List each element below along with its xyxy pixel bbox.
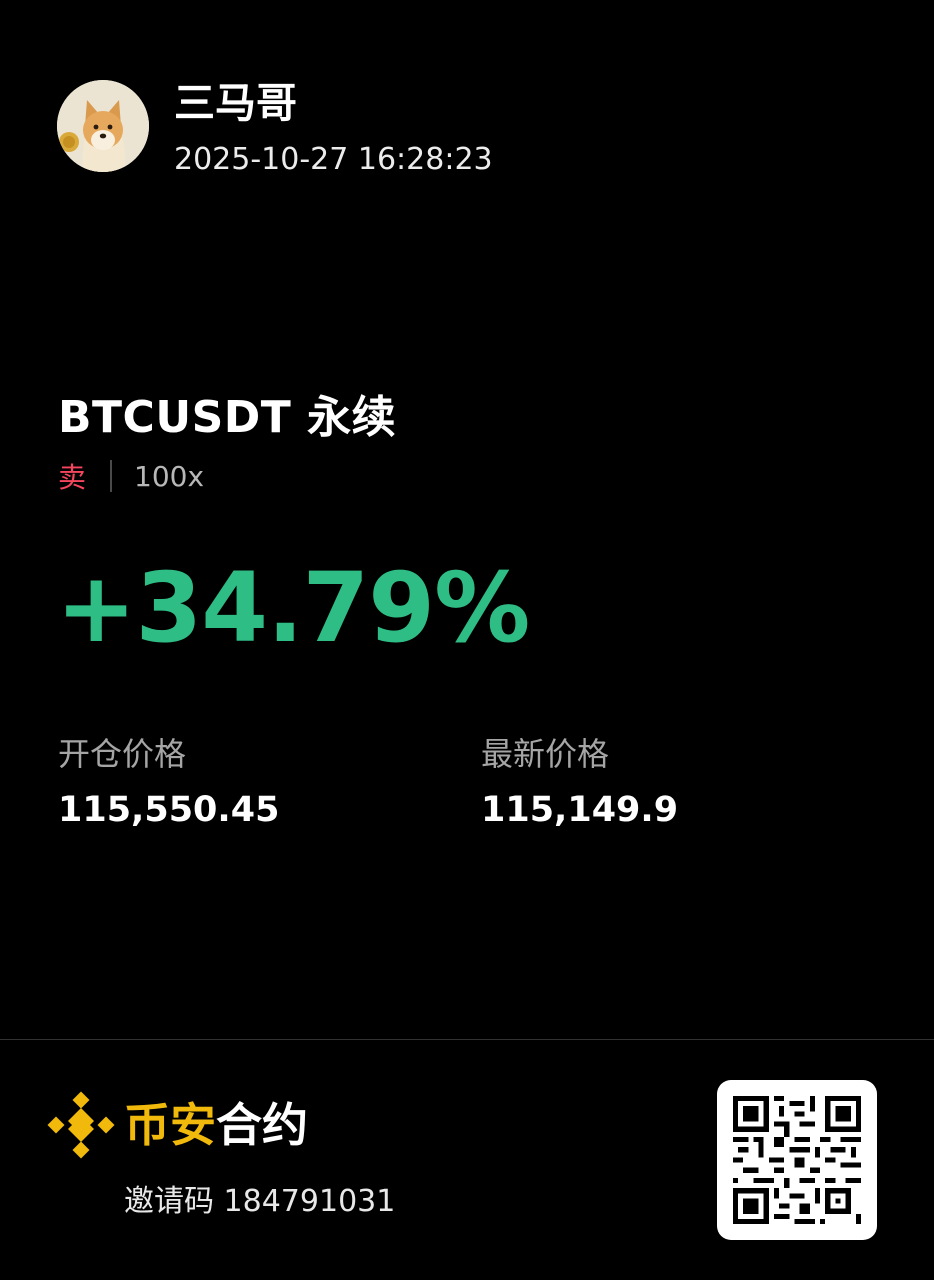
avatar xyxy=(57,80,149,172)
brand-title-part1: 币安 xyxy=(124,1098,216,1152)
invite-code: 邀请码 184791031 xyxy=(124,1182,395,1222)
brand-title: 币安合约 xyxy=(124,1096,308,1154)
dog-avatar-icon xyxy=(57,80,149,172)
pnl-percent: +34.79% xyxy=(56,552,530,664)
invite-label: 邀请码 xyxy=(124,1184,214,1219)
contract-symbol: BTCUSDT 永续 xyxy=(58,392,397,443)
binance-logo-icon xyxy=(47,1091,115,1159)
footer-divider xyxy=(0,1039,934,1040)
side-label: 卖 xyxy=(58,461,87,494)
brand-title-part2: 合约 xyxy=(216,1098,308,1152)
entry-price-value: 115,550.45 xyxy=(58,790,280,830)
last-price-label: 最新价格 xyxy=(481,735,610,773)
last-price-value: 115,149.9 xyxy=(481,790,679,830)
qr-code-icon xyxy=(733,1096,861,1224)
meta-divider xyxy=(110,460,113,492)
username: 三马哥 xyxy=(174,79,297,127)
qr-code xyxy=(717,1080,877,1240)
entry-price-label: 开仓价格 xyxy=(58,735,187,773)
leverage-label: 100x xyxy=(134,459,205,493)
timestamp: 2025-10-27 16:28:23 xyxy=(174,142,493,177)
position-meta: 卖 100x xyxy=(58,456,204,496)
invite-value: 184791031 xyxy=(223,1184,396,1219)
